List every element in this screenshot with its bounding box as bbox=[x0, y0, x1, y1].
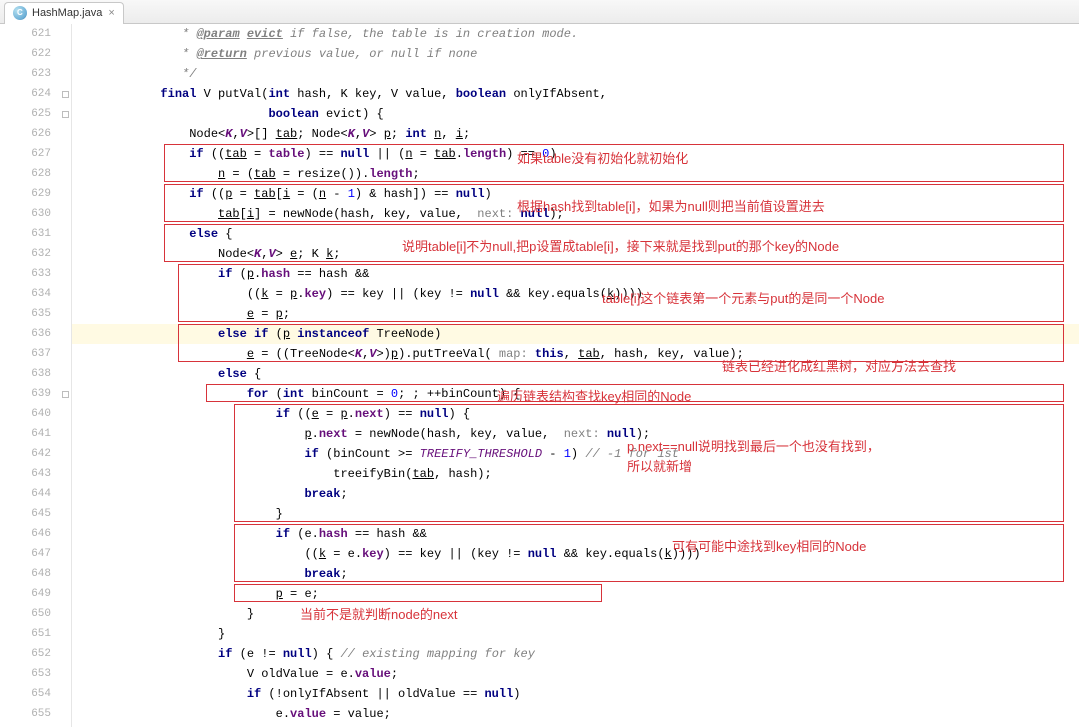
code-line[interactable]: if ((p = tab[i = (n - 1) & hash]) == nul… bbox=[72, 184, 1079, 204]
line-number: 630 bbox=[0, 204, 71, 224]
code-line[interactable]: } bbox=[72, 624, 1079, 644]
code-line[interactable]: p.next = newNode(hash, key, value, next:… bbox=[72, 424, 1079, 444]
tab-filename: HashMap.java bbox=[32, 7, 102, 19]
code-line[interactable]: if (e != null) { // existing mapping for… bbox=[72, 644, 1079, 664]
line-number: 646 bbox=[0, 524, 71, 544]
code-line[interactable]: if ((e = p.next) == null) { bbox=[72, 404, 1079, 424]
line-number: 647 bbox=[0, 544, 71, 564]
line-number: 649 bbox=[0, 584, 71, 604]
file-tab[interactable]: HashMap.java × bbox=[4, 2, 124, 24]
tab-bar: HashMap.java × bbox=[0, 0, 1079, 24]
code-line[interactable]: * @param evict if false, the table is in… bbox=[72, 24, 1079, 44]
code-line[interactable]: e.value = value; bbox=[72, 704, 1079, 724]
line-number: 641 bbox=[0, 424, 71, 444]
code-line[interactable]: else if (p instanceof TreeNode) bbox=[72, 324, 1079, 344]
line-number: 653 bbox=[0, 664, 71, 684]
line-number: 650 bbox=[0, 604, 71, 624]
line-number: 638 bbox=[0, 364, 71, 384]
code-line[interactable]: if (binCount >= TREEIFY_THRESHOLD - 1) /… bbox=[72, 444, 1079, 464]
code-line[interactable]: break; bbox=[72, 564, 1079, 584]
code-line[interactable]: if (!onlyIfAbsent || oldValue == null) bbox=[72, 684, 1079, 704]
code-line[interactable]: ((k = p.key) == key || (key != null && k… bbox=[72, 284, 1079, 304]
line-number: 632 bbox=[0, 244, 71, 264]
code-line[interactable]: Node<K,V> e; K k; bbox=[72, 244, 1079, 264]
line-number: 627 bbox=[0, 144, 71, 164]
line-number: 651 bbox=[0, 624, 71, 644]
code-line[interactable]: p = e; bbox=[72, 584, 1079, 604]
code-line[interactable]: else { bbox=[72, 224, 1079, 244]
line-number: 643 bbox=[0, 464, 71, 484]
fold-icon[interactable] bbox=[62, 111, 69, 118]
line-number: 634 bbox=[0, 284, 71, 304]
line-number: 640 bbox=[0, 404, 71, 424]
code-line[interactable]: Node<K,V>[] tab; Node<K,V> p; int n, i; bbox=[72, 124, 1079, 144]
code-line[interactable]: e = p; bbox=[72, 304, 1079, 324]
code-line[interactable]: if (e.hash == hash && bbox=[72, 524, 1079, 544]
gutter: 6216226236246256266276286296306316326336… bbox=[0, 24, 72, 727]
code-line[interactable]: for (int binCount = 0; ; ++binCount) { bbox=[72, 384, 1079, 404]
line-number: 644 bbox=[0, 484, 71, 504]
line-number: 625 bbox=[0, 104, 71, 124]
line-number: 621 bbox=[0, 24, 71, 44]
line-number: 642 bbox=[0, 444, 71, 464]
code-line[interactable]: } bbox=[72, 604, 1079, 624]
line-number: 655 bbox=[0, 704, 71, 724]
line-number: 636 bbox=[0, 324, 71, 344]
line-number: 622 bbox=[0, 44, 71, 64]
line-number: 639 bbox=[0, 384, 71, 404]
line-number: 652 bbox=[0, 644, 71, 664]
code-line[interactable]: ((k = e.key) == key || (key != null && k… bbox=[72, 544, 1079, 564]
code-line[interactable]: tab[i] = newNode(hash, key, value, next:… bbox=[72, 204, 1079, 224]
line-number: 633 bbox=[0, 264, 71, 284]
editor: 6216226236246256266276286296306316326336… bbox=[0, 24, 1079, 727]
code-line[interactable]: e = ((TreeNode<K,V>)p).putTreeVal( map: … bbox=[72, 344, 1079, 364]
code-line[interactable]: n = (tab = resize()).length; bbox=[72, 164, 1079, 184]
line-number: 628 bbox=[0, 164, 71, 184]
fold-icon[interactable] bbox=[62, 91, 69, 98]
code-line[interactable]: V oldValue = e.value; bbox=[72, 664, 1079, 684]
code-line[interactable]: else { bbox=[72, 364, 1079, 384]
line-number: 635 bbox=[0, 304, 71, 324]
code-line[interactable]: if ((tab = table) == null || (n = tab.le… bbox=[72, 144, 1079, 164]
java-class-icon bbox=[13, 6, 27, 20]
code-line[interactable]: */ bbox=[72, 64, 1079, 84]
line-number: 629 bbox=[0, 184, 71, 204]
fold-icon[interactable] bbox=[62, 391, 69, 398]
code-line[interactable]: * @return previous value, or null if non… bbox=[72, 44, 1079, 64]
line-number: 637 bbox=[0, 344, 71, 364]
code-line[interactable]: final V putVal(int hash, K key, V value,… bbox=[72, 84, 1079, 104]
code-line[interactable]: break; bbox=[72, 484, 1079, 504]
line-number: 645 bbox=[0, 504, 71, 524]
line-number: 654 bbox=[0, 684, 71, 704]
line-number: 626 bbox=[0, 124, 71, 144]
line-number: 648 bbox=[0, 564, 71, 584]
code-line[interactable]: if (p.hash == hash && bbox=[72, 264, 1079, 284]
code-line[interactable]: treeifyBin(tab, hash); bbox=[72, 464, 1079, 484]
code-line[interactable]: } bbox=[72, 504, 1079, 524]
line-number: 624 bbox=[0, 84, 71, 104]
line-number: 631 bbox=[0, 224, 71, 244]
line-number: 623 bbox=[0, 64, 71, 84]
code-area[interactable]: 如果table没有初始化就初始化 根据hash找到table[i]，如果为nul… bbox=[72, 24, 1079, 727]
code-line[interactable]: boolean evict) { bbox=[72, 104, 1079, 124]
close-icon[interactable]: × bbox=[108, 7, 114, 19]
